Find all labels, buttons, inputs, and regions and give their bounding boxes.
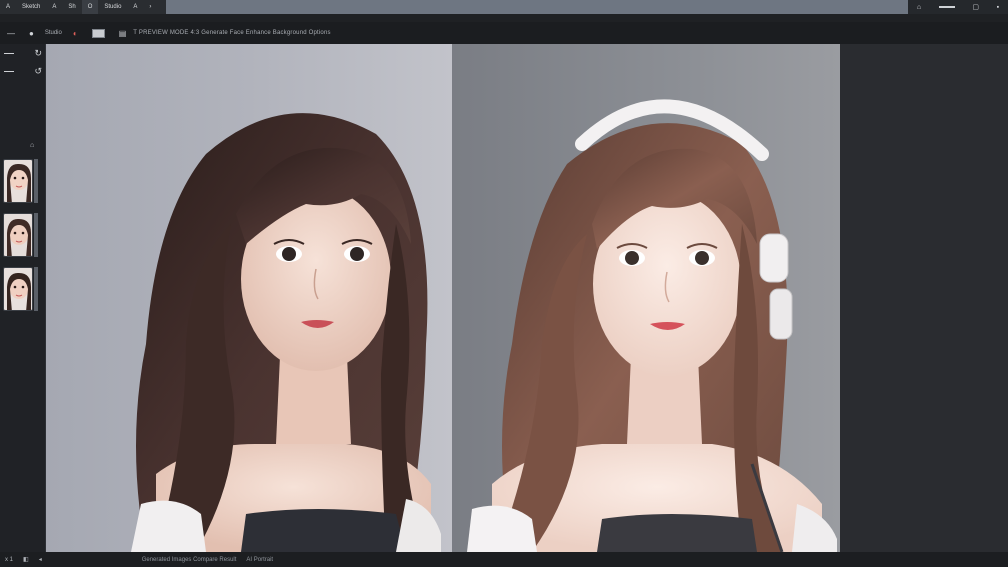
panel-row-2[interactable]: ↺ — [0, 64, 46, 78]
status-info-icon[interactable]: ◧ — [18, 556, 34, 563]
thumbnail-3-bar — [34, 267, 38, 311]
menu-more[interactable]: › — [143, 0, 157, 14]
menu-item-a[interactable]: A — [46, 0, 62, 14]
canvas-area[interactable] — [46, 44, 840, 552]
portrait-right — [452, 44, 840, 552]
thumbnail-2-bar — [34, 213, 38, 257]
status-back-icon[interactable]: ◂ — [34, 556, 47, 563]
thumbnail-2[interactable] — [3, 213, 33, 257]
status-compare-text: Generated Images Compare Result — [141, 556, 237, 563]
menu-group: A Sketch A Sh O Studio A › — [0, 0, 166, 14]
menu-item-o[interactable]: O — [81, 0, 99, 14]
grid-icon[interactable]: ▤ — [112, 22, 134, 44]
collapse-icon-2[interactable] — [4, 70, 14, 72]
status-mode-text: AI Portrait — [246, 556, 274, 563]
lock-icon[interactable]: ⌂ — [30, 142, 34, 149]
brush-icon[interactable]: ◐ — [66, 22, 85, 44]
layer-icon[interactable]: — — [0, 22, 22, 44]
layers-panel: ↻ ↺ ⌂ — [0, 44, 46, 552]
title-strip — [166, 0, 908, 14]
camera-icon[interactable]: ⌂ — [917, 4, 921, 11]
menu-item-a2[interactable]: A — [127, 0, 143, 14]
window-controls: ⌂ ▢ ▪ — [908, 0, 1008, 14]
refresh-icon[interactable]: ↻ — [34, 48, 42, 59]
portrait-right-image — [467, 99, 837, 552]
zoom-indicator[interactable]: x 1 — [0, 557, 18, 563]
menu-bar: A Sketch A Sh O Studio A › ⌂ ▢ ▪ — [0, 0, 1008, 14]
properties-panel — [840, 44, 1008, 552]
toolbar: — ● Studio ◐ ▤ T PREVIEW MODE 4:3 Genera… — [0, 22, 1008, 44]
toolbar-studio-label: Studio — [44, 30, 62, 36]
thumbnail-1[interactable] — [3, 159, 33, 203]
close-icon[interactable]: ▪ — [997, 4, 999, 11]
menu-sketch[interactable]: Sketch — [16, 0, 46, 14]
status-bar: x 1 ◧ ◂ Generated Images Compare Result … — [0, 552, 1008, 567]
thumbnail-3[interactable] — [3, 267, 33, 311]
thumbnail-1-bar — [34, 159, 38, 203]
portrait-left-image — [131, 113, 441, 552]
collapse-icon[interactable] — [4, 52, 14, 54]
portrait-left — [46, 44, 452, 552]
toolbar-status: T PREVIEW MODE 4:3 Generate Face Enhance… — [133, 30, 331, 36]
app-logo[interactable]: A — [0, 0, 16, 14]
record-icon[interactable]: ● — [22, 22, 41, 44]
minimize-icon[interactable] — [938, 6, 955, 8]
menu-item-sh[interactable]: Sh — [62, 0, 81, 14]
rotate-icon[interactable]: ↺ — [34, 66, 42, 77]
frame-icon[interactable] — [85, 22, 112, 44]
menu-studio[interactable]: Studio — [98, 0, 127, 14]
restore-icon[interactable]: ▢ — [972, 3, 979, 11]
panel-row-1[interactable]: ↻ — [0, 46, 46, 60]
